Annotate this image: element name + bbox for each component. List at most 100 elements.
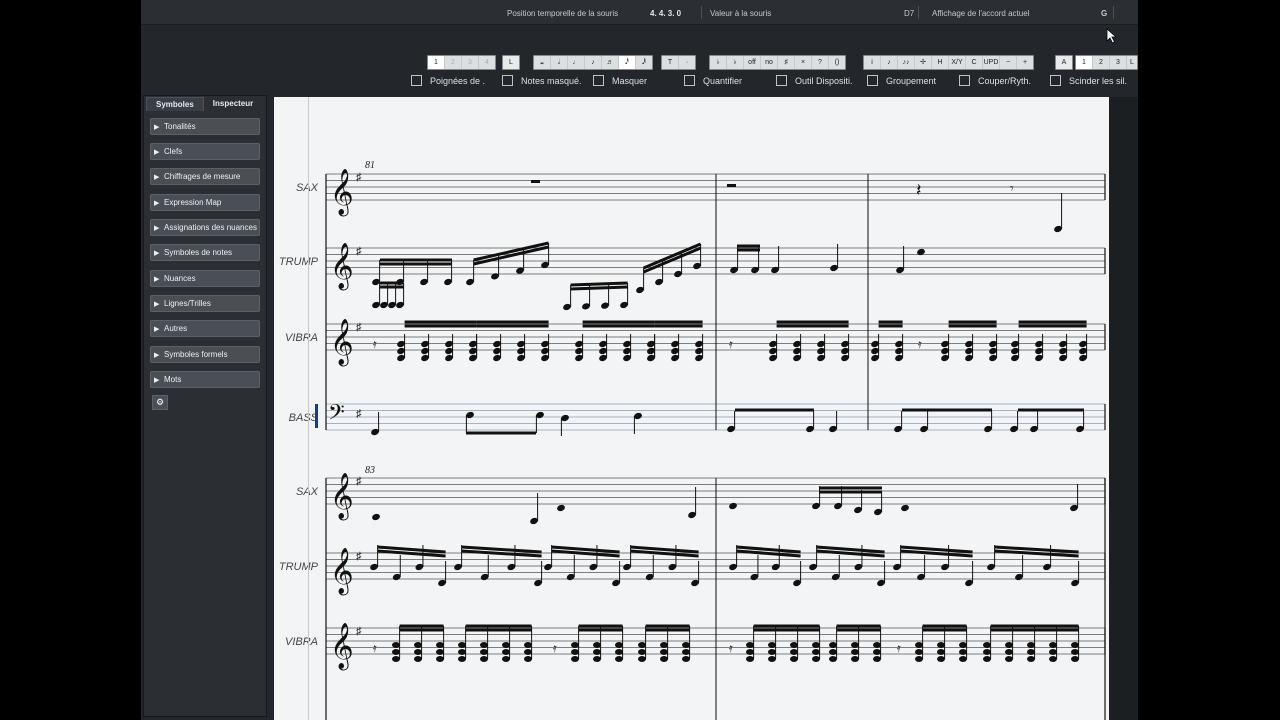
section-others[interactable]: ▶ Autres [150,320,260,337]
double-sharp-icon[interactable]: × [795,56,812,69]
hidden-notes-checkbox[interactable]: Notes masqué. [502,75,582,86]
triplet-button[interactable]: T [662,56,679,69]
gear-icon[interactable]: ⚙ [152,395,168,410]
score-page[interactable]: SAX 𝄞 ♯ TRUMP 𝄞 ♯ VIBRA 𝄞 ♯ BASS 𝄢 ♯ SAX 𝄞 ♯ TRUMP 𝄞 ♯ VIB… [274,97,1109,720]
layout-tool-checkbox[interactable]: Outil Dispositi. [776,75,853,86]
checkbox-icon[interactable] [1050,75,1061,86]
page-button[interactable]: L [1127,56,1137,69]
note-head [959,656,967,662]
symbols-panel: Symboles Inspecteur ▶ Tonalités ▶ Clefs ▶ C… [143,95,267,717]
half-note-icon[interactable]: 𝅗𝅥 [551,56,568,69]
section-dynamics-assignments[interactable]: ▶ Assignations des nuances [150,219,260,236]
section-dynamics[interactable]: ▶ Nuances [150,270,260,287]
hide-checkbox[interactable]: Masquer [593,75,647,86]
checkbox-icon[interactable] [593,75,604,86]
quarter-rest-icon: 𝄽 [916,180,922,200]
eighth-note-icon[interactable]: ♪ [585,56,602,69]
section-note-symbols[interactable]: ▶ Symboles de notes [150,244,260,261]
flat-icon[interactable]: ♭ [710,56,727,69]
no-button[interactable]: no [761,56,778,69]
l-button[interactable]: L [502,55,520,70]
note-head [480,649,488,655]
toolbar: 1 2 3 4 L 𝅜 𝅗𝅥 ♩ ♪ ♬ 𝅘𝅥𝅰 𝅘𝅥𝅱 T · ♭ ♭ off… [141,52,1138,72]
note-tool-icon[interactable]: ♪ [881,56,898,69]
tab-symbols[interactable]: Symboles [146,97,204,111]
page-margin-line [308,97,309,720]
score-canvas[interactable]: SAX 𝄞 ♯TRUMP 𝄞 ♯VIBRA 𝄞 ♯BASS 𝄢 ♯SAX 𝄞 ♯TRUMP 𝄞 ♯VIB… [274,97,1109,720]
off-button[interactable]: off [744,56,761,69]
section-form-symbols[interactable]: ▶ Symboles formels [150,346,260,363]
page-button[interactable]: 2 [1093,56,1110,69]
section-key-signatures[interactable]: ▶ Tonalités [150,118,260,135]
upd-button[interactable]: UPD [983,56,1000,69]
note-head [873,656,881,662]
page-selector[interactable]: 1 2 3 L [1075,55,1138,70]
section-expression-map[interactable]: ▶ Expression Map [150,194,260,211]
checkbox-label: Poignées de . [430,75,486,86]
plus-icon[interactable]: + [1017,56,1033,69]
section-clefs[interactable]: ▶ Clefs [150,143,260,160]
tuplet-dot-selector[interactable]: T · [661,55,696,70]
triangle-right-icon: ▶ [154,124,160,131]
section-label: Expression Map [164,198,222,207]
h-button[interactable]: H [932,56,949,69]
info-icon[interactable]: i [864,56,881,69]
parenthesis-button[interactable]: () [829,56,845,69]
question-button[interactable]: ? [812,56,829,69]
section-lines-trills[interactable]: ▶ Lignes/Trilles [150,295,260,312]
note-head [873,642,881,648]
note-head [768,649,776,655]
thirtysecond-note-icon[interactable]: 𝅘𝅥𝅰 [619,56,636,69]
note-value-selector[interactable]: 𝅜 𝅗𝅥 ♩ ♪ ♬ 𝅘𝅥𝅰 𝅘𝅥𝅱 [533,55,653,70]
triangle-right-icon: ▶ [154,276,160,283]
voice-button[interactable]: 2 [445,56,462,69]
page-button[interactable]: 1 [1076,56,1093,69]
note-head [458,642,466,648]
quarter-note-icon[interactable]: ♩ [568,56,585,69]
sixteenth-rest-icon: 𝄿 [918,337,922,351]
sharp-icon[interactable]: ♯ [778,56,795,69]
checkbox-icon[interactable] [684,75,695,86]
sixteenth-note-icon[interactable]: ♬ [602,56,619,69]
note-head [1027,642,1035,648]
quantize-checkbox[interactable]: Quantifier [684,75,742,86]
minus-icon[interactable]: − [1000,56,1017,69]
rest [531,180,540,183]
a-button[interactable]: A [1055,55,1073,70]
voice-button[interactable]: 4 [479,56,495,69]
note-head [746,649,754,655]
note-head [1049,649,1057,655]
tools-group[interactable]: i ♪ ♪♪ ✢ H X/Y C UPD − + [863,55,1034,70]
triangle-right-icon: ▶ [154,174,160,181]
split-rests-checkbox[interactable]: Scinder les sil. [1050,75,1127,86]
note-head [829,656,837,662]
section-words[interactable]: ▶ Mots [150,371,260,388]
note-head [873,649,881,655]
tab-inspector[interactable]: Inspecteur [204,97,262,111]
page-button[interactable]: 3 [1110,56,1127,69]
checkbox-icon[interactable] [867,75,878,86]
note-head [414,656,422,662]
cut-rhythm-checkbox[interactable]: Couper/Ryth. [959,75,1031,86]
checkbox-icon[interactable] [502,75,513,86]
xy-button[interactable]: X/Y [949,56,966,69]
voice-button[interactable]: 1 [428,56,445,69]
beam-tool-icon[interactable]: ♪♪ [898,56,915,69]
handles-checkbox[interactable]: Poignées de . [411,75,485,86]
checkbox-icon[interactable] [959,75,970,86]
voice-selector[interactable]: 1 2 3 4 [427,55,496,70]
c-button[interactable]: C [966,56,983,69]
dot-button[interactable]: · [679,56,695,69]
note-head [1071,656,1079,662]
voice-button[interactable]: 3 [462,56,479,69]
flat-icon[interactable]: ♭ [727,56,744,69]
checkbox-icon[interactable] [411,75,422,86]
whole-note-icon[interactable]: 𝅜 [534,56,551,69]
move-tool-icon[interactable]: ✢ [915,56,932,69]
sixtyfourth-note-icon[interactable]: 𝅘𝅥𝅱 [636,56,652,69]
checkbox-icon[interactable] [776,75,787,86]
section-label: Symboles de notes [164,248,233,257]
section-time-signatures[interactable]: ▶ Chiffrages de mesure [150,168,260,185]
accidental-selector[interactable]: ♭ ♭ off no ♯ × ? () [709,55,846,70]
grouping-checkbox[interactable]: Groupement [867,75,936,86]
